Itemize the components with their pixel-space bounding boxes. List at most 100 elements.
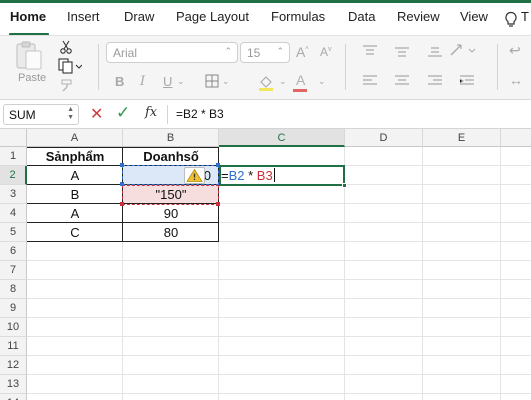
gridline — [27, 260, 531, 261]
orientation-icon[interactable] — [448, 42, 478, 58]
table-cell[interactable]: A — [27, 166, 123, 185]
reference-handle[interactable] — [120, 163, 124, 167]
row-header-7[interactable]: 7 — [0, 261, 27, 280]
font-size-select[interactable]: 15 ⌃ — [240, 42, 290, 63]
gridline — [27, 298, 531, 299]
wrap-text-icon[interactable]: ↩ — [509, 42, 521, 59]
tab-formulas[interactable]: Formulas — [271, 9, 325, 24]
merge-icon[interactable]: ↔ — [509, 72, 523, 88]
tab-page-layout[interactable]: Page Layout — [176, 9, 249, 24]
table-cell[interactable]: 80 — [123, 223, 219, 242]
reference-handle[interactable] — [216, 202, 220, 206]
row-header-10[interactable]: 10 — [0, 318, 27, 337]
enter-check-icon[interactable]: ✓ — [116, 103, 130, 123]
increase-font-size-icon[interactable]: A^ — [296, 44, 309, 60]
row-header-9[interactable]: 9 — [0, 299, 27, 318]
formula-part-operator: * — [244, 168, 257, 183]
tab-tell-me[interactable]: T — [521, 9, 529, 24]
chevron-down-icon: ⌃ — [276, 46, 284, 56]
table-cell[interactable]: 90 — [123, 204, 219, 223]
warning-icon — [186, 168, 203, 182]
spreadsheet-grid[interactable]: A B C D E 1 2 3 4 5 6 7 8 9 10 11 12 13 … — [0, 129, 531, 400]
bold-icon[interactable]: B — [115, 74, 124, 89]
ribbon-separator — [98, 44, 99, 90]
row-header-11[interactable]: 11 — [0, 337, 27, 356]
formula-input[interactable]: =B2 * B3 — [176, 107, 224, 121]
brush-icon[interactable] — [59, 78, 75, 92]
row-header-4[interactable]: 4 — [0, 204, 27, 223]
chevron-down-icon[interactable]: ⌄ — [222, 76, 230, 87]
tab-home[interactable]: Home — [10, 9, 46, 24]
underline-icon[interactable]: U — [163, 74, 172, 89]
borders-icon[interactable] — [205, 74, 219, 88]
font-family-select[interactable]: Arial ⌃ — [106, 42, 238, 63]
name-box[interactable]: SUM ▲ ▼ — [3, 104, 79, 125]
reference-handle[interactable] — [120, 182, 124, 186]
table-cell[interactable]: C — [27, 223, 123, 242]
reference-handle[interactable] — [120, 202, 124, 206]
chevron-down-icon[interactable]: ⌄ — [318, 76, 326, 87]
font-color-icon[interactable]: A — [296, 72, 305, 88]
column-header-d[interactable]: D — [345, 129, 423, 147]
gridline — [500, 147, 501, 400]
row-header-2[interactable]: 2 — [0, 166, 27, 185]
column-header-b[interactable]: B — [123, 129, 219, 147]
column-header-e[interactable]: E — [423, 129, 501, 147]
paste-icon[interactable] — [13, 41, 45, 71]
row-header-5[interactable]: 5 — [0, 223, 27, 242]
chevron-down-icon[interactable]: ⌄ — [177, 76, 185, 87]
gridline — [27, 393, 531, 394]
row-header-1[interactable]: 1 — [0, 147, 27, 166]
ribbon-home-panel: Paste Arial ⌃ 15 ⌃ A^ Av B I U ⌄ ⌄ ⌄ A ⌄ — [0, 36, 531, 99]
cancel-icon[interactable]: ✕ — [90, 104, 103, 124]
fill-color-icon[interactable] — [257, 73, 275, 91]
row-header-6[interactable]: 6 — [0, 242, 27, 261]
decrease-font-size-icon[interactable]: Av — [320, 45, 332, 59]
tab-insert[interactable]: Insert — [67, 9, 100, 24]
tab-review[interactable]: Review — [397, 9, 440, 24]
formula-part-equals: = — [221, 168, 229, 183]
lightbulb-icon[interactable] — [504, 11, 518, 29]
copy-icon[interactable] — [58, 58, 82, 74]
tab-view[interactable]: View — [460, 9, 488, 24]
tab-data[interactable]: Data — [348, 9, 375, 24]
vertical-align-icons[interactable] — [362, 44, 452, 58]
formula-part-ref-b3: B3 — [256, 168, 273, 183]
gridline — [27, 374, 531, 375]
fill-handle[interactable] — [342, 183, 347, 188]
font-family-value: Arial — [113, 46, 138, 60]
stepper-icon[interactable]: ▲ ▼ — [67, 106, 74, 122]
font-color-swatch — [293, 89, 307, 92]
row-header-3[interactable]: 3 — [0, 185, 27, 204]
column-header-a[interactable]: A — [27, 129, 123, 147]
row-header-14[interactable]: 14 — [0, 394, 27, 400]
table-header-cell[interactable]: Sảnphẩm — [27, 147, 123, 166]
gridline — [27, 336, 531, 337]
row-header-12[interactable]: 12 — [0, 356, 27, 375]
row-header-8[interactable]: 8 — [0, 280, 27, 299]
table-cell[interactable]: B — [27, 185, 123, 204]
error-warning-button[interactable] — [184, 167, 205, 184]
formula-bar: SUM ▲ ▼ ✕ ✓ fx =B2 * B3 — [0, 100, 531, 129]
tab-draw[interactable]: Draw — [124, 9, 154, 24]
italic-icon[interactable]: I — [140, 74, 145, 89]
gridline — [422, 147, 423, 400]
reference-frame-b3 — [122, 185, 219, 205]
name-box-value: SUM — [9, 108, 36, 122]
chevron-down-icon[interactable]: ⌄ — [279, 76, 287, 87]
horizontal-align-icons[interactable] — [362, 74, 482, 88]
insert-function-button[interactable]: fx — [145, 105, 157, 120]
gridline — [27, 279, 531, 280]
ribbon-separator — [345, 44, 346, 90]
ribbon-separator — [497, 44, 498, 90]
column-header-f[interactable] — [501, 129, 531, 147]
cell-editor[interactable]: =B2 * B3 — [221, 167, 275, 184]
scissors-icon[interactable] — [59, 40, 73, 54]
select-all-corner[interactable] — [0, 129, 27, 147]
formula-bar-separator — [167, 105, 168, 124]
column-header-c[interactable]: C — [219, 129, 345, 147]
table-cell[interactable]: A — [27, 204, 123, 223]
table-header-cell[interactable]: Doanhsố — [123, 147, 219, 166]
row-header-13[interactable]: 13 — [0, 375, 27, 394]
ribbon-tabs: Home Insert Draw Page Layout Formulas Da… — [0, 3, 531, 36]
